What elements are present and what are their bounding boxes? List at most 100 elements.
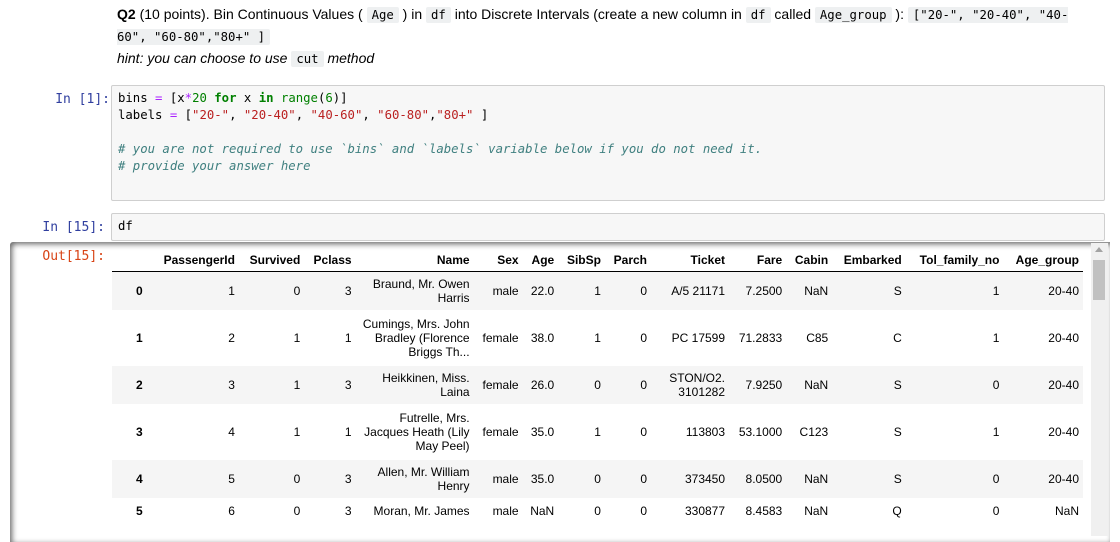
table-cell: Moran, Mr. James — [373, 503, 470, 518]
table-cell: 0 — [594, 378, 601, 392]
table-cell: 1 — [344, 425, 352, 439]
row-index: 2 — [136, 378, 143, 392]
code-editor-1[interactable]: bins = [x*20 for x in range(6)] labels =… — [112, 86, 1104, 179]
column-header: Embarked — [832, 249, 906, 272]
scroll-up-arrow-icon[interactable] — [1095, 247, 1103, 252]
table-cell: PC 17599 — [671, 331, 726, 345]
table-cell: 3 — [344, 503, 352, 518]
table-cell: 20-40 — [1048, 331, 1079, 345]
table-cell: 4 — [228, 425, 235, 439]
row-index: 3 — [136, 425, 143, 439]
table-cell: 1 — [992, 331, 1000, 345]
question-text-part: called — [770, 6, 815, 22]
code-editor-15[interactable]: df — [112, 214, 1104, 239]
column-header: Survived — [238, 249, 305, 272]
input-prompt-15: In [15]: — [42, 220, 105, 235]
row-index: 4 — [136, 472, 143, 486]
table-cell: S — [893, 425, 902, 439]
question-text: Q2 (10 points). Bin Continuous Values ( … — [117, 4, 1087, 48]
table-cell: 53.1000 — [738, 425, 783, 439]
table-cell: 0 — [640, 503, 648, 518]
column-header: Parch — [604, 249, 652, 272]
row-index: 1 — [136, 331, 143, 345]
table-cell: 0 — [293, 472, 301, 486]
input-prompt-1: In [1]: — [55, 92, 110, 107]
table-row: 2 3 1 3 Heikkinen, Miss. Laina female 26.0 0 0 ST… — [112, 366, 1083, 404]
table-cell: male — [492, 472, 519, 486]
table-cell: C — [893, 331, 902, 345]
output-prompt-15: Out[15]: — [42, 249, 105, 264]
table-cell: NaN — [804, 472, 829, 486]
table-cell: 1 — [992, 425, 1000, 439]
question-text-part: ) in — [398, 6, 427, 22]
table-cell: 330877 — [684, 503, 726, 518]
dataframe-table: PassengerId Survived Pclass Name Sex Age… — [112, 249, 1083, 523]
table-row: 3 4 1 1 Futrelle, Mrs. Jacques Heath (Lily M… — [112, 404, 1083, 460]
table-cell: 8.0500 — [745, 472, 783, 486]
table-row: 0 1 0 3 Braund, Mr. Owen Harris male 22.0 1 0 A/5… — [112, 271, 1083, 310]
row-index: 5 — [136, 503, 143, 518]
table-cell: 20-40 — [1048, 284, 1079, 298]
table-cell: S — [893, 472, 902, 486]
column-header: Age — [522, 249, 559, 272]
column-header: Cabin — [786, 249, 833, 272]
table-cell: 1 — [594, 331, 601, 345]
table-cell: Cumings, Mrs. John Bradley (Florence Bri… — [362, 317, 470, 359]
hint-text-part: hint: you can choose to use — [117, 50, 292, 66]
table-cell: male — [492, 284, 519, 298]
table-cell: 5 — [228, 472, 235, 486]
table-cell: S — [893, 378, 902, 392]
table-cell: 1 — [293, 378, 301, 392]
inline-code-cut: cut — [291, 51, 324, 67]
column-header: Name — [355, 249, 474, 272]
table-cell: 0 — [992, 503, 1000, 518]
table-cell: 0 — [640, 378, 648, 392]
table-cell: 113803 — [685, 425, 726, 439]
table-cell: A/5 21171 — [671, 284, 726, 298]
column-header: Tol_family_no — [905, 249, 1004, 272]
table-cell: NaN — [530, 503, 555, 518]
hint-text-part: method — [323, 50, 375, 66]
scrollbar-thumb[interactable] — [1093, 260, 1105, 300]
table-cell: 20-40 — [1048, 472, 1079, 486]
row-index: 0 — [136, 284, 143, 298]
table-cell: C85 — [806, 331, 829, 345]
table-cell: Q — [892, 503, 902, 518]
table-cell: 6 — [228, 503, 235, 518]
table-row: 1 2 1 1 Cumings, Mrs. John Bradley (Florence… — [112, 310, 1083, 366]
table-cell: 1 — [992, 284, 1000, 298]
table-cell: 35.0 — [530, 472, 555, 486]
table-cell: NaN — [804, 284, 829, 298]
table-row: 4 5 0 3 Allen, Mr. William Henry male 35.0 0 0 37… — [112, 460, 1083, 498]
question-label: Q2 — [117, 6, 136, 22]
table-cell: 1 — [293, 425, 301, 439]
table-cell: 2 — [228, 331, 235, 345]
column-header-index — [112, 249, 151, 272]
inline-code-df: df — [745, 7, 771, 23]
table-cell: 1 — [228, 284, 235, 298]
table-cell: 0 — [992, 472, 1000, 486]
hint-text: hint: you can choose to use cut method — [117, 48, 1087, 70]
output-scrollbar[interactable] — [1091, 243, 1108, 536]
table-cell: Allen, Mr. William Henry — [377, 465, 470, 493]
table-cell: female — [482, 378, 519, 392]
code-cell-1[interactable]: bins = [x*20 for x in range(6)] labels =… — [111, 85, 1105, 201]
table-cell: 1 — [293, 331, 301, 345]
code-cell-15[interactable]: df — [111, 213, 1105, 241]
table-cell: 0 — [640, 472, 648, 486]
table-cell: 1 — [344, 331, 352, 345]
column-header: Fare — [729, 249, 787, 272]
table-cell: STON/O2. 3101282 — [669, 371, 726, 399]
inline-code-age-group: Age_group — [814, 7, 892, 23]
table-cell: 26.0 — [530, 378, 555, 392]
column-header: Age_group — [1003, 249, 1083, 272]
question-text-part: ): — [891, 6, 908, 22]
table-cell: 3 — [344, 284, 352, 298]
table-cell: Futrelle, Mrs. Jacques Heath (Lily May P… — [364, 411, 470, 453]
table-cell: 22.0 — [530, 284, 555, 298]
table-cell: 0 — [640, 331, 648, 345]
markdown-cell: Q2 (10 points). Bin Continuous Values ( … — [117, 4, 1087, 70]
table-cell: 3 — [228, 378, 235, 392]
table-cell: female — [482, 331, 519, 345]
table-cell: 3 — [344, 378, 352, 392]
